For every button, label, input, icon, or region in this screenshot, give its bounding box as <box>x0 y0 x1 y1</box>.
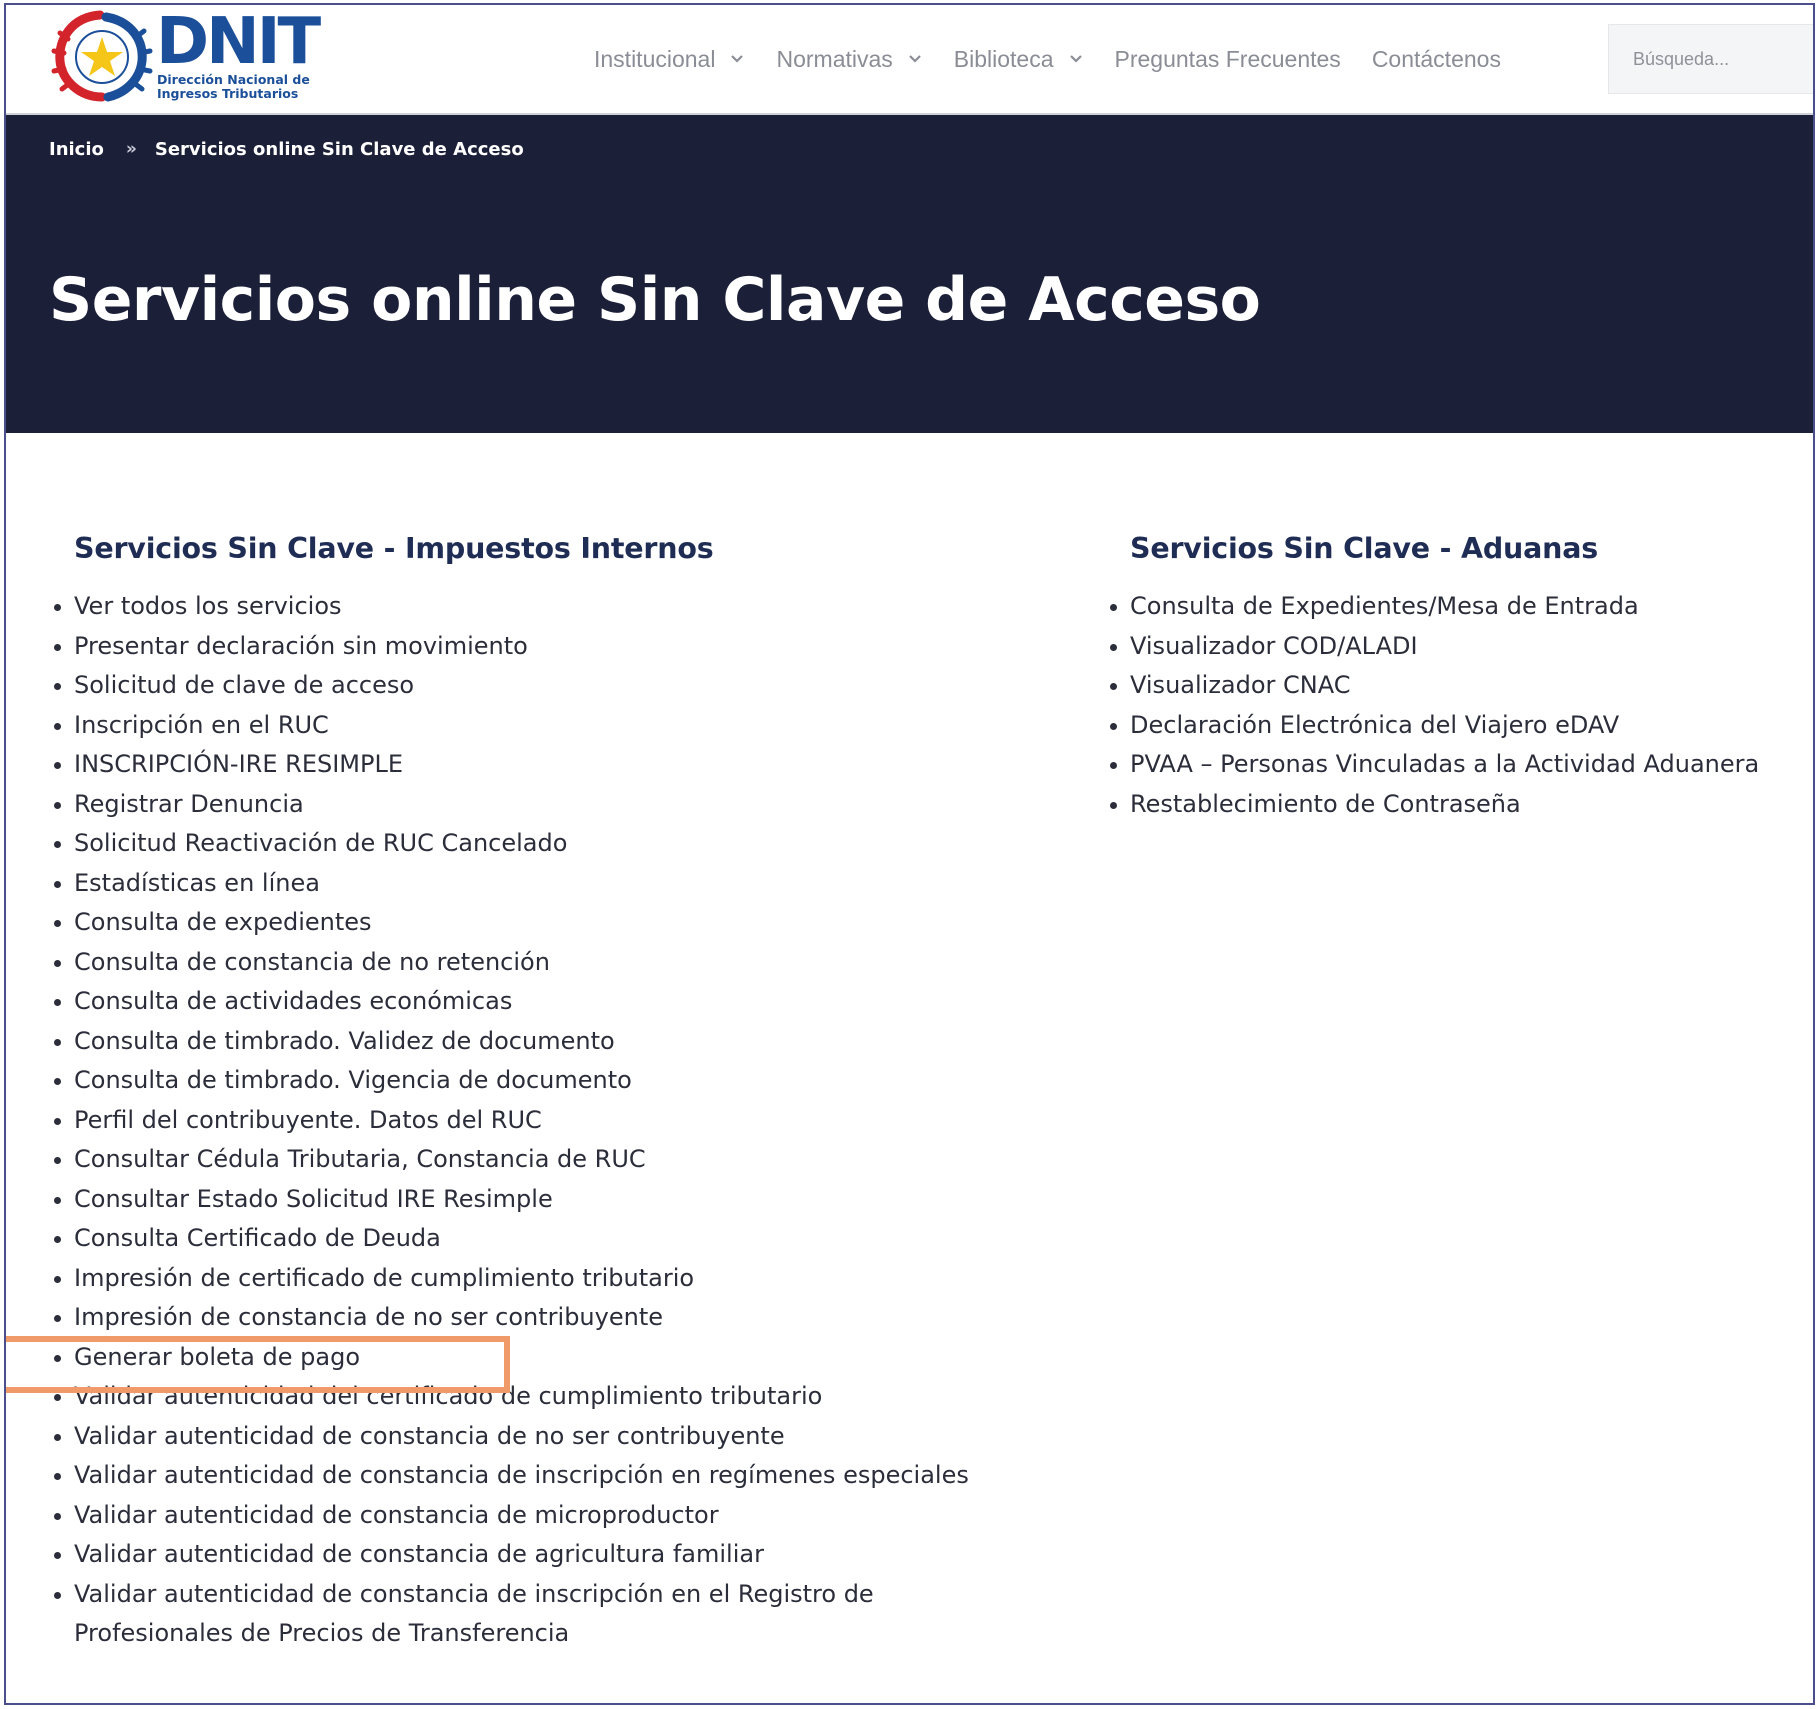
service-link[interactable]: Inscripción en el RUC <box>52 706 1032 746</box>
search-input[interactable] <box>1633 48 1813 70</box>
service-link[interactable]: Solicitud Reactivación de RUC Cancelado <box>52 824 1032 864</box>
nav-label: Preguntas Frecuentes <box>1114 45 1341 72</box>
breadcrumb-separator: » <box>125 139 137 159</box>
service-link[interactable]: Declaración Electrónica del Viajero eDAV <box>1108 706 1808 746</box>
page-hero: Servicios online Sin Clave de Acceso <box>6 183 1813 433</box>
service-link[interactable]: Impresión de constancia de no ser contri… <box>52 1298 1032 1338</box>
service-link[interactable]: Validar autenticidad del certificado de … <box>52 1377 1032 1417</box>
service-list-aduanas: Consulta de Expedientes/Mesa de Entrada … <box>1108 587 1808 824</box>
nav-label: Biblioteca <box>953 45 1054 72</box>
service-link[interactable]: Consulta de Expedientes/Mesa de Entrada <box>1108 587 1808 627</box>
service-link[interactable]: Visualizador CNAC <box>1108 666 1808 706</box>
service-link[interactable]: INSCRIPCIÓN-IRE RESIMPLE <box>52 745 1032 785</box>
service-link[interactable]: Consulta Certificado de Deuda <box>52 1219 1032 1259</box>
nav-label: Normativas <box>776 45 893 72</box>
service-link[interactable]: Perfil del contribuyente. Datos del RUC <box>52 1101 1032 1141</box>
service-link[interactable]: Validar autenticidad de constancia de ag… <box>52 1535 1032 1575</box>
nav-label: Contáctenos <box>1371 45 1501 72</box>
service-link[interactable]: Estadísticas en línea <box>52 864 1032 904</box>
nav-preguntas-frecuentes[interactable]: Preguntas Frecuentes <box>1115 46 1341 73</box>
chevron-down-icon <box>731 55 744 63</box>
breadcrumb: Inicio » Servicios online Sin Clave de A… <box>6 115 1813 183</box>
nav-biblioteca[interactable]: Biblioteca <box>954 46 1084 73</box>
service-list-internos: Ver todos los servicios Presentar declar… <box>52 587 1032 1654</box>
service-link[interactable]: Consulta de expedientes <box>52 903 1032 943</box>
service-link[interactable]: Validar autenticidad de constancia de mi… <box>52 1496 1032 1536</box>
nav-label: Institucional <box>594 45 716 72</box>
service-link[interactable]: Registrar Denuncia <box>52 785 1032 825</box>
service-link[interactable]: Validar autenticidad de constancia de no… <box>52 1417 1032 1457</box>
service-link[interactable]: Validar autenticidad de constancia de in… <box>52 1575 892 1654</box>
page-frame: DNIT Dirección Nacional de Ingresos Trib… <box>4 3 1815 1705</box>
main-nav: Institucional Normativas Biblioteca Preg… <box>594 5 1532 113</box>
service-link[interactable]: Presentar declaración sin movimiento <box>52 627 1032 667</box>
nav-normativas[interactable]: Normativas <box>776 46 922 73</box>
section-impuestos-internos: Servicios Sin Clave - Impuestos Internos… <box>52 532 1032 1654</box>
service-link[interactable]: Consultar Cédula Tributaria, Constancia … <box>52 1140 1032 1180</box>
service-link[interactable]: Consulta de constancia de no retención <box>52 943 1032 983</box>
chevron-down-icon <box>909 55 921 63</box>
logo-subtitle-line1: Dirección Nacional de <box>157 72 310 87</box>
logo-wordmark: DNIT <box>156 5 321 79</box>
service-link[interactable]: Consulta de timbrado. Validez de documen… <box>52 1022 1032 1062</box>
site-header: DNIT Dirección Nacional de Ingresos Trib… <box>6 5 1813 115</box>
search-box[interactable] <box>1608 24 1813 94</box>
section-aduanas: Servicios Sin Clave - Aduanas Consulta d… <box>1108 532 1808 824</box>
dnit-logo[interactable]: DNIT Dirección Nacional de Ingresos Trib… <box>50 5 321 105</box>
service-link[interactable]: Consultar Estado Solicitud IRE Resimple <box>52 1180 1032 1220</box>
generar-boleta-de-pago-link[interactable]: Generar boleta de pago <box>52 1338 1032 1378</box>
service-link[interactable]: Impresión de certificado de cumplimiento… <box>52 1259 1032 1299</box>
chevron-down-icon <box>1069 55 1082 63</box>
section-title: Servicios Sin Clave - Impuestos Internos <box>74 532 714 565</box>
national-seal-icon <box>51 10 153 102</box>
service-link[interactable]: Consulta de actividades económicas <box>52 982 1032 1022</box>
breadcrumb-home-link[interactable]: Inicio <box>49 139 104 160</box>
service-link[interactable]: PVAA – Personas Vinculadas a la Activida… <box>1108 745 1808 785</box>
logo-subtitle-line2: Ingresos Tributarios <box>157 86 299 101</box>
service-link[interactable]: Restablecimiento de Contraseña <box>1108 785 1808 825</box>
service-link[interactable]: Validar autenticidad de constancia de in… <box>52 1456 1032 1496</box>
service-link[interactable]: Ver todos los servicios <box>52 587 1032 627</box>
nav-contactenos[interactable]: Contáctenos <box>1372 46 1501 73</box>
breadcrumb-current: Servicios online Sin Clave de Acceso <box>154 138 524 160</box>
page-title: Servicios online Sin Clave de Acceso <box>49 265 1261 335</box>
nav-institucional[interactable]: Institucional <box>594 46 745 73</box>
service-link[interactable]: Solicitud de clave de acceso <box>52 666 1032 706</box>
service-link[interactable]: Consulta de timbrado. Vigencia de docume… <box>52 1061 1032 1101</box>
service-link[interactable]: Visualizador COD/ALADI <box>1108 627 1808 667</box>
section-title: Servicios Sin Clave - Aduanas <box>1130 532 1599 565</box>
